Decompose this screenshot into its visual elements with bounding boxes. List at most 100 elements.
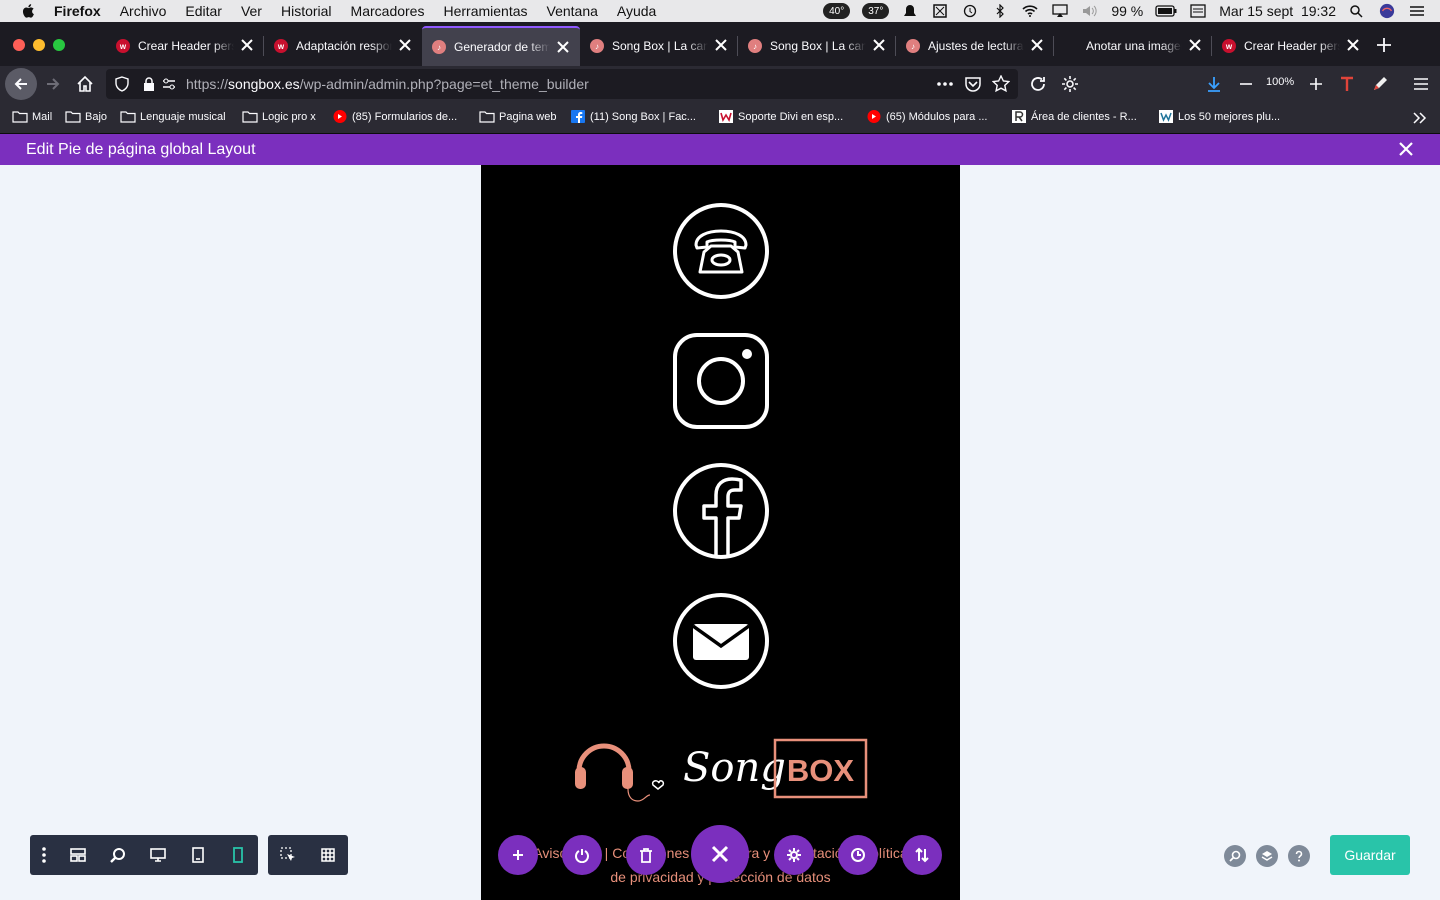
instagram-icon[interactable] <box>672 332 770 430</box>
delete-button[interactable] <box>626 835 666 875</box>
wifi-icon[interactable] <box>1021 4 1039 18</box>
grid-mode-button[interactable] <box>308 835 348 875</box>
volume-icon[interactable] <box>1081 4 1099 18</box>
back-button[interactable] <box>5 68 37 100</box>
control-center-icon[interactable] <box>1408 4 1426 18</box>
time-machine-icon[interactable] <box>961 4 979 18</box>
tab-song-box-1[interactable]: ♪ Song Box | La canción <box>580 26 738 66</box>
close-window-button[interactable] <box>13 39 25 51</box>
zoom-view-button[interactable] <box>98 835 138 875</box>
menu-editar[interactable]: Editar <box>185 3 222 19</box>
bookmark-pagina-web[interactable]: Pagina web <box>479 110 557 123</box>
phone-view-button[interactable] <box>218 835 258 875</box>
close-tab-icon[interactable] <box>398 38 412 52</box>
phone-icon[interactable] <box>672 202 770 300</box>
notification-icon[interactable] <box>901 4 919 18</box>
tab-generador-de-temas[interactable]: ♪ Generador de temas <box>422 26 580 66</box>
minimize-window-button[interactable] <box>33 39 45 51</box>
wireframe-view-button[interactable] <box>58 835 98 875</box>
bookmark-lenguaje-musical[interactable]: Lenguaje musical <box>120 110 226 123</box>
forward-button[interactable] <box>40 72 66 96</box>
menu-ventana[interactable]: Ventana <box>547 3 598 19</box>
close-tab-icon[interactable] <box>872 38 886 52</box>
menu-ayuda[interactable]: Ayuda <box>617 3 656 19</box>
bookmark-modulos[interactable]: (65) Módulos para ... <box>866 110 988 123</box>
airplay-icon[interactable] <box>1051 4 1069 18</box>
close-tab-icon[interactable] <box>556 40 570 54</box>
menu-archivo[interactable]: Archivo <box>120 3 167 19</box>
spotlight-search-icon[interactable] <box>1348 4 1366 18</box>
menu-marcadores[interactable]: Marcadores <box>351 3 425 19</box>
menubar-datetime[interactable]: Mar 15 sept 19:32 <box>1219 3 1336 19</box>
close-tab-icon[interactable] <box>714 38 728 52</box>
tab-crear-header[interactable]: w Crear Header personalizado <box>106 26 264 66</box>
portability-button[interactable] <box>902 835 942 875</box>
bookmark-bajo[interactable]: Bajo <box>65 110 107 123</box>
bookmark-mail[interactable]: Mail <box>12 110 52 123</box>
bookmark-50-plugins[interactable]: Los 50 mejores plu... <box>1158 110 1280 123</box>
tab-adaptacion[interactable]: w Adaptación responsive <box>264 26 422 66</box>
close-layout-icon[interactable] <box>1399 142 1413 156</box>
pocket-icon[interactable] <box>964 76 982 92</box>
tab-crear-header-2[interactable]: w Crear Header personalizado <box>1212 26 1370 66</box>
url-text[interactable]: https://songbox.es/wp-admin/admin.php?pa… <box>186 76 589 92</box>
maximize-window-button[interactable] <box>53 39 65 51</box>
disable-button[interactable] <box>562 835 602 875</box>
close-settings-button[interactable] <box>691 825 749 883</box>
tab-anotar-imagen[interactable]: Anotar una imagen <box>1054 26 1212 66</box>
bookmark-star-icon[interactable] <box>992 75 1010 93</box>
downloads-button[interactable] <box>1201 72 1227 96</box>
add-module-button[interactable] <box>498 835 538 875</box>
more-options-button[interactable] <box>30 835 58 875</box>
mail-icon[interactable] <box>672 592 770 690</box>
close-tab-icon[interactable] <box>1188 38 1202 52</box>
close-tab-icon[interactable] <box>1030 38 1044 52</box>
tablet-view-button[interactable] <box>178 835 218 875</box>
save-button[interactable]: Guardar <box>1330 835 1410 875</box>
extension-pen-button[interactable] <box>1367 72 1393 96</box>
chevron-more-bookmarks-icon[interactable] <box>1413 112 1427 124</box>
apple-logo-icon[interactable] <box>20 3 38 19</box>
page-settings-button[interactable] <box>774 835 814 875</box>
facebook-icon[interactable] <box>672 462 770 560</box>
zoom-level[interactable]: 100% <box>1266 76 1294 88</box>
bluetooth-icon[interactable] <box>991 4 1009 18</box>
keyboard-icon[interactable] <box>1189 4 1207 18</box>
url-bar[interactable]: https://songbox.es/wp-admin/admin.php?pa… <box>106 69 1018 99</box>
help-button[interactable] <box>1288 845 1310 867</box>
battery-icon[interactable] <box>1155 4 1177 18</box>
lock-icon[interactable] <box>142 76 156 92</box>
menu-historial[interactable]: Historial <box>281 3 332 19</box>
permissions-icon[interactable] <box>162 77 176 91</box>
settings-toolbar-button[interactable] <box>1057 72 1083 96</box>
close-tab-icon[interactable] <box>240 38 254 52</box>
tracking-shield-icon[interactable] <box>114 76 130 92</box>
screen-share-icon[interactable] <box>931 4 949 18</box>
bookmark-song-box-facebook[interactable]: (11) Song Box | Fac... <box>570 110 696 123</box>
history-button[interactable] <box>838 835 878 875</box>
tab-song-box-2[interactable]: ♪ Song Box | La canción <box>738 26 896 66</box>
home-button[interactable] <box>72 72 98 96</box>
search-button[interactable] <box>1224 845 1246 867</box>
bookmark-soporte-divi[interactable]: Soporte Divi en esp... <box>718 110 843 123</box>
extension-t-button[interactable] <box>1334 72 1360 96</box>
reload-button[interactable] <box>1025 72 1051 96</box>
layers-button[interactable] <box>1256 845 1278 867</box>
menu-ver[interactable]: Ver <box>241 3 262 19</box>
battery-percent[interactable]: 99 % <box>1111 3 1143 19</box>
close-tab-icon[interactable] <box>1346 38 1360 52</box>
temp-cpu-badge[interactable]: 40° <box>823 3 851 19</box>
bookmark-logic-pro-x[interactable]: Logic pro x <box>242 110 316 123</box>
bookmark-formularios[interactable]: (85) Formularios de... <box>332 110 457 123</box>
zoom-in-button[interactable] <box>1303 72 1329 96</box>
temp-gpu-badge[interactable]: 37° <box>862 3 890 19</box>
menu-herramientas[interactable]: Herramientas <box>443 3 527 19</box>
tab-ajustes-de-lectura[interactable]: ♪ Ajustes de lectura <box>896 26 1054 66</box>
bookmark-area-clientes[interactable]: Área de clientes - R... <box>1011 110 1137 123</box>
desktop-view-button[interactable] <box>138 835 178 875</box>
new-tab-plus-icon[interactable] <box>1376 37 1392 53</box>
siri-icon[interactable] <box>1378 3 1396 19</box>
menu-app-name[interactable]: Firefox <box>54 3 101 19</box>
click-mode-button[interactable] <box>268 835 308 875</box>
page-actions-icon[interactable] <box>936 81 954 87</box>
